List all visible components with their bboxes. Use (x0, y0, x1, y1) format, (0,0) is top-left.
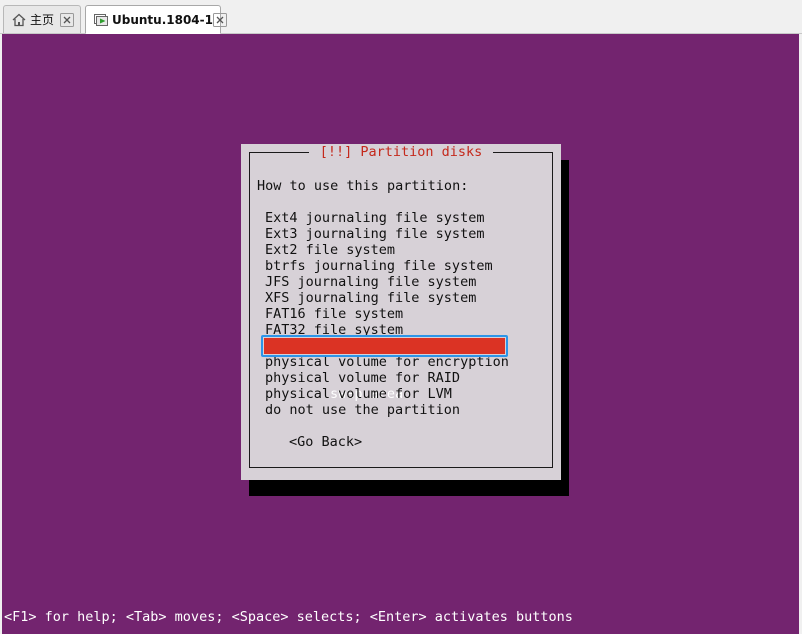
dialog-title: [!!] Partition disks (309, 144, 493, 160)
option-xfs[interactable]: XFS journaling file system (265, 290, 509, 306)
option-ext2[interactable]: Ext2 file system (265, 242, 509, 258)
option-btrfs[interactable]: btrfs journaling file system (265, 258, 509, 274)
close-icon[interactable] (213, 12, 227, 27)
partition-dialog: [!!] Partition disks How to use this par… (241, 144, 561, 480)
help-line: <F1> for help; <Tab> moves; <Space> sele… (4, 609, 573, 625)
option-jfs[interactable]: JFS journaling file system (265, 274, 509, 290)
tab-home-label: 主页 (30, 13, 55, 27)
option-pv-raid[interactable]: physical volume for RAID (265, 370, 509, 386)
dialog-prompt: How to use this partition: (257, 178, 469, 194)
go-back-button[interactable]: <Go Back> (289, 434, 362, 450)
vm-console[interactable]: [!!] Partition disks How to use this par… (2, 34, 799, 634)
option-fat16[interactable]: FAT16 file system (265, 306, 509, 322)
tab-bar: 主页 Ubuntu.1804-1 (0, 0, 802, 34)
tab-vm-label: Ubuntu.1804-1 (112, 12, 213, 27)
close-icon[interactable] (60, 12, 74, 27)
focus-frame (261, 335, 508, 357)
tab-home[interactable]: 主页 (3, 5, 81, 33)
home-icon (11, 12, 27, 28)
option-swap-area[interactable]: swap area (261, 335, 509, 402)
option-do-not-use[interactable]: do not use the partition (265, 402, 509, 418)
partition-usage-list: Ext4 journaling file system Ext3 journal… (261, 210, 509, 418)
option-ext3[interactable]: Ext3 journaling file system (265, 226, 509, 242)
option-ext4[interactable]: Ext4 journaling file system (265, 210, 509, 226)
tab-vm[interactable]: Ubuntu.1804-1 (85, 5, 227, 34)
option-pv-lvm[interactable]: physical volume for LVM (265, 386, 509, 402)
vm-icon (93, 12, 109, 28)
